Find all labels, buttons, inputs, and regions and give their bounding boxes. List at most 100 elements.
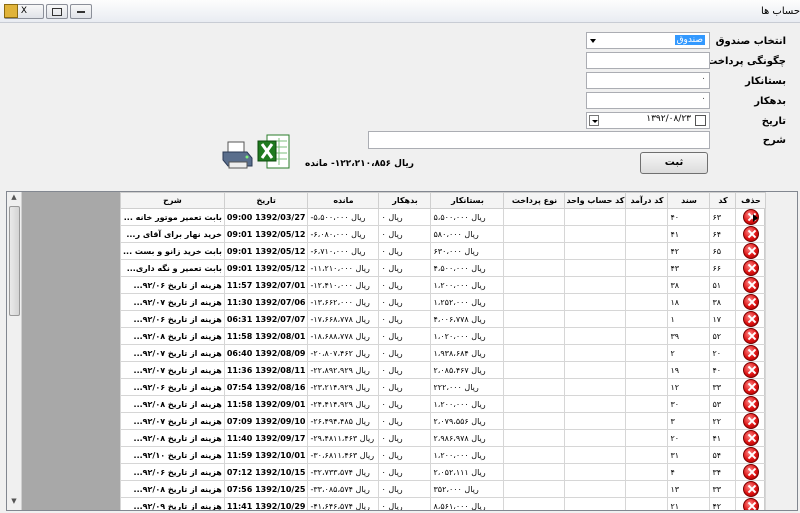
balance-cell[interactable]: ریال ۲۲،۸۹۲،۹۲۹-: [307, 361, 380, 379]
date-cell[interactable]: 1392/05/12 09:01: [223, 259, 309, 277]
delete-icon[interactable]: [742, 413, 759, 429]
debtor-cell[interactable]: ریال ۰: [378, 310, 432, 328]
income-code-header[interactable]: کد درآمد: [625, 192, 669, 209]
document-cell[interactable]: ۳۸: [667, 276, 711, 294]
table-row[interactable]: ۳۸ ۱۸ ریال ۱،۲۵۲،۰۰۰ ریال ۰ ریال ۱۳،۶۶۲،۰۰۰-…: [120, 293, 767, 311]
balance-cell[interactable]: ریال ۱۷،۶۶۸،۷۷۸-: [307, 310, 380, 328]
table-row[interactable]: ۲۲ ۳ ریال ۲،۰۷۹،۵۵۶ ریال ۰ ریال ۲۶،۴۹۴،۴۸۵- 1…: [120, 412, 767, 430]
date-picker[interactable]: ۱۳۹۲/۰۸/۲۳: [586, 112, 710, 129]
payment-type-cell[interactable]: [503, 327, 566, 345]
date-checkbox[interactable]: [695, 115, 706, 126]
date-header[interactable]: تاریخ: [223, 192, 309, 209]
debtor-cell[interactable]: ریال ۰: [378, 327, 432, 345]
excel-icon[interactable]: [257, 133, 291, 170]
debtor-cell[interactable]: ریال ۰: [378, 497, 432, 510]
table-row[interactable]: ۳۳ ۱۲ ریال ۲۲۲،۰۰۰ ریال ۰ ریال ۲۳،۲۱۴،۹۲۹- 13…: [120, 378, 767, 396]
scroll-down-icon[interactable]: ▼: [9, 497, 19, 508]
document-cell[interactable]: ۴۲: [667, 242, 711, 260]
calendar-dropdown-icon[interactable]: [589, 115, 599, 126]
table-row[interactable]: ۱۷ ۱ ریال ۴،۰۰۶،۷۷۸ ریال ۰ ریال ۱۷،۶۶۸،۷۷۸- 1…: [120, 310, 767, 328]
description-cell[interactable]: بابت تعمیر موتور خانه ...: [120, 208, 225, 226]
debtor-cell[interactable]: ریال ۰: [378, 446, 432, 464]
delete-icon[interactable]: [742, 328, 759, 344]
table-row[interactable]: ۶۴ ۴۱ ریال ۵۸۰،۰۰۰ ریال ۰ ریال ۶،۰۸۰،۰۰۰- 139…: [120, 225, 767, 243]
document-header[interactable]: سند: [667, 192, 711, 209]
vertical-scrollbar[interactable]: ▲ ▼: [7, 192, 22, 510]
table-row[interactable]: ۴۱ ۲۰ ریال ۲،۹۸۶،۹۷۸ ریال ۰ ریال ۲۹،۴۸۱۱،۴۶۳…: [120, 429, 767, 447]
income-code-cell[interactable]: [625, 378, 669, 396]
payment-field[interactable]: [586, 52, 710, 69]
unit-account-cell[interactable]: [564, 293, 627, 311]
creditor-cell[interactable]: ریال ۱،۲۰۰،۰۰۰: [430, 276, 505, 294]
delete-icon[interactable]: [742, 277, 759, 293]
income-code-cell[interactable]: [625, 480, 669, 498]
unit-account-cell[interactable]: [564, 361, 627, 379]
delete-icon[interactable]: [742, 362, 759, 378]
unit-account-cell[interactable]: [564, 446, 627, 464]
payment-type-header[interactable]: نوع پرداخت: [503, 192, 566, 209]
code-cell[interactable]: ۳۴: [709, 463, 737, 481]
fund-select[interactable]: صندوق: [586, 32, 710, 49]
table-row[interactable]: ۵۴ ۳۱ ریال ۱،۲۰۰،۰۰۰ ریال ۰ ریال ۳۰،۶۸۱۱،۴۶۳…: [120, 446, 767, 464]
delete-cell[interactable]: [735, 446, 767, 464]
date-cell[interactable]: 1392/08/09 06:40: [223, 344, 309, 362]
delete-cell[interactable]: [735, 310, 767, 328]
creditor-cell[interactable]: ریال ۲،۰۷۹،۵۵۶: [430, 412, 505, 430]
submit-button[interactable]: ثبت: [640, 152, 708, 174]
debtor-cell[interactable]: ریال ۰: [378, 395, 432, 413]
balance-cell[interactable]: ریال ۱۲،۴۱۰،۰۰۰-: [307, 276, 380, 294]
delete-icon[interactable]: [742, 379, 759, 395]
description-cell[interactable]: هزینه از تاریخ ۹۲/۰۷...: [120, 344, 225, 362]
table-row[interactable]: ۵۳ ۳۰ ریال ۱،۲۰۰،۰۰۰ ریال ۰ ریال ۲۴،۴۱۴،۹۲۹-…: [120, 395, 767, 413]
description-cell[interactable]: هزینه از تاریخ ۹۲/۰۶...: [120, 310, 225, 328]
code-cell[interactable]: ۵۱: [709, 276, 737, 294]
payment-type-cell[interactable]: [503, 293, 566, 311]
creditor-cell[interactable]: ریال ۱،۲۰۰،۰۰۰: [430, 395, 505, 413]
debtor-cell[interactable]: ریال ۰: [378, 463, 432, 481]
delete-cell[interactable]: [735, 344, 767, 362]
income-code-cell[interactable]: [625, 208, 669, 226]
delete-icon[interactable]: [742, 430, 759, 446]
debtor-cell[interactable]: ریال ۰: [378, 242, 432, 260]
balance-header[interactable]: مانده: [307, 192, 380, 209]
unit-account-cell[interactable]: [564, 276, 627, 294]
table-row[interactable]: ۶۶ ۴۳ ریال ۴،۵۰۰،۰۰۰ ریال ۰ ریال ۱۱،۲۱۰،۰۰۰-…: [120, 259, 767, 277]
code-cell[interactable]: ۵۲: [709, 327, 737, 345]
income-code-cell[interactable]: [625, 242, 669, 260]
delete-cell[interactable]: [735, 242, 767, 260]
document-cell[interactable]: ۴۳: [667, 259, 711, 277]
delete-cell[interactable]: [735, 293, 767, 311]
creditor-cell[interactable]: ریال ۱،۹۳۸،۶۸۴: [430, 344, 505, 362]
printer-icon[interactable]: [220, 140, 254, 170]
chevron-down-icon[interactable]: [590, 39, 596, 43]
description-cell[interactable]: هزینه از تاریخ ۹۲/۰۸...: [120, 327, 225, 345]
payment-type-cell[interactable]: [503, 310, 566, 328]
delete-cell[interactable]: [735, 208, 767, 226]
creditor-cell[interactable]: ریال ۲،۰۵۲،۱۱۱: [430, 463, 505, 481]
scroll-up-icon[interactable]: ▲: [9, 193, 19, 204]
description-cell[interactable]: هزینه از تاریخ ۹۲/۰۷...: [120, 293, 225, 311]
debtor-cell[interactable]: ریال ۰: [378, 259, 432, 277]
income-code-cell[interactable]: [625, 225, 669, 243]
payment-type-cell[interactable]: [503, 242, 566, 260]
debtor-cell[interactable]: ریال ۰: [378, 480, 432, 498]
payment-type-cell[interactable]: [503, 463, 566, 481]
income-code-cell[interactable]: [625, 293, 669, 311]
date-cell[interactable]: 1392/05/12 09:01: [223, 242, 309, 260]
creditor-cell[interactable]: ریال ۱،۲۰۰،۰۰۰: [430, 446, 505, 464]
description-cell[interactable]: هزینه از تاریخ ۹۲/۰۷...: [120, 412, 225, 430]
income-code-cell[interactable]: [625, 327, 669, 345]
document-cell[interactable]: ۳۰: [667, 395, 711, 413]
balance-cell[interactable]: ریال ۳۲،۷۳۳،۵۷۴-: [307, 463, 380, 481]
minimize-button[interactable]: [70, 4, 92, 19]
description-cell[interactable]: خرید نهار برای آقای ر...: [120, 225, 225, 243]
table-row[interactable]: ۲۰ ۲ ریال ۱،۹۳۸،۶۸۴ ریال ۰ ریال ۲۰،۸۰۷،۴۶۲- 1…: [120, 344, 767, 362]
payment-type-cell[interactable]: [503, 480, 566, 498]
delete-icon[interactable]: [742, 294, 759, 310]
creditor-cell[interactable]: ریال ۳۵۲،۰۰۰: [430, 480, 505, 498]
unit-account-cell[interactable]: [564, 225, 627, 243]
creditor-cell[interactable]: ریال ۶۳۰،۰۰۰: [430, 242, 505, 260]
document-cell[interactable]: ۱: [667, 310, 711, 328]
creditor-cell[interactable]: ریال ۲،۹۸۶،۹۷۸: [430, 429, 505, 447]
balance-cell[interactable]: ریال ۱۱،۲۱۰،۰۰۰-: [307, 259, 380, 277]
